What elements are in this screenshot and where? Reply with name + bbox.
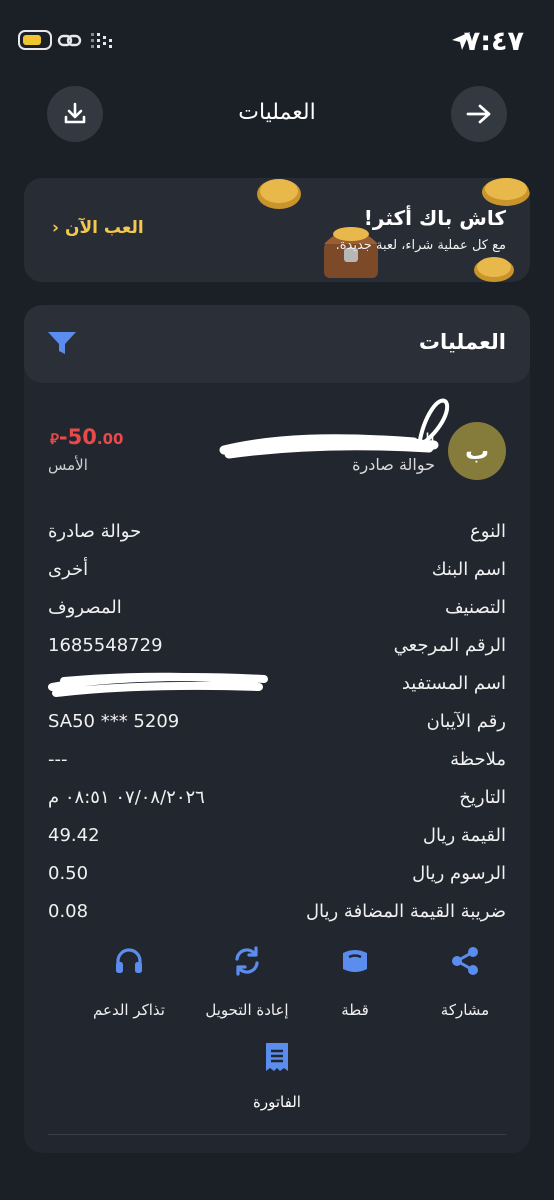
detail-row: التاريخ ٠٧/٠٨/٢٠٢٦ ٠٨:٥١ م — [24, 781, 530, 819]
chevron-left-icon: ‹ — [52, 218, 60, 238]
avatar: ب — [448, 422, 506, 480]
transaction-name: الحمدي — [378, 430, 435, 451]
detail-row: الرسوم ريال 0.50 — [24, 857, 530, 895]
status-time: ٧:٤٧ — [463, 26, 524, 57]
headset-icon — [116, 948, 142, 973]
filter-icon[interactable] — [46, 329, 78, 357]
action-bar: مشاركة قطة إعادة التحويل تذاكر الدعم — [24, 945, 530, 1035]
transaction-type: حوالة صادرة — [352, 455, 435, 474]
detail-value: 0.08 — [48, 901, 89, 922]
detail-row: رقم الآيبان SA50 *** 5209 — [24, 705, 530, 743]
link-icon — [57, 34, 82, 47]
detail-value: 0.50 — [48, 863, 89, 884]
detail-value: SA50 *** 5209 — [48, 711, 180, 732]
repeat-transfer-button[interactable]: إعادة التحويل — [182, 945, 312, 1019]
riyal-symbol-icon: ⃁ — [50, 430, 59, 448]
detail-value: أخرى — [48, 559, 89, 580]
refresh-icon — [235, 946, 259, 976]
details-list: النوع حوالة صادرة اسم البنك أخرى التصنيف المص… — [24, 515, 530, 933]
card-header: العمليات — [24, 305, 530, 383]
support-tickets-button[interactable]: تذاكر الدعم — [64, 945, 194, 1019]
receipt-icon — [266, 1043, 288, 1071]
transaction-details-screen: ٧:٤٧ العمليات كاش باك أكثر! مع كل عملية … — [0, 0, 554, 1200]
detail-label: التصنيف — [444, 597, 506, 618]
back-button[interactable] — [451, 86, 507, 142]
invoice-button[interactable]: الفاتورة — [212, 1041, 342, 1111]
detail-label: التاريخ — [459, 787, 506, 808]
detail-label: الرسوم ريال — [412, 863, 506, 884]
detail-value: حوالة صادرة — [48, 521, 142, 542]
detail-label: النوع — [470, 521, 506, 542]
detail-value: ٠٧/٠٨/٢٠٢٦ ٠٨:٥١ م — [48, 787, 205, 808]
detail-row: النوع حوالة صادرة — [24, 515, 530, 553]
transaction-amount: ⃁-50.00 — [50, 425, 123, 449]
play-now-link[interactable]: العب الآن ‹ — [52, 218, 144, 238]
repeat-transfer-label: إعادة التحويل — [205, 1001, 289, 1019]
arrow-right-icon — [466, 104, 491, 124]
detail-row: الرقم المرجعي 1685548729 — [24, 629, 530, 667]
card-title: العمليات — [418, 330, 506, 354]
promo-subtitle: مع كل عملية شراء، لعبة جديدة. — [335, 238, 506, 253]
promo-title: كاش باك أكثر! — [363, 206, 506, 230]
support-tickets-label: تذاكر الدعم — [93, 1001, 165, 1019]
detail-row: ضريبة القيمة المضافة ريال 0.08 — [24, 895, 530, 933]
detail-row: القيمة ريال 49.42 — [24, 819, 530, 857]
detail-label: اسم المستفيد — [401, 673, 506, 694]
detail-label: ملاحظة — [450, 749, 506, 770]
amount-main: -50 — [58, 425, 97, 449]
split-icon — [343, 950, 367, 972]
battery-icon — [18, 30, 52, 50]
amount-decimals: .00 — [96, 430, 124, 448]
detail-value: 1685548729 — [48, 635, 163, 656]
detail-row: ملاحظة --- — [24, 743, 530, 781]
invoice-label: الفاتورة — [253, 1093, 301, 1111]
detail-row: اسم البنك أخرى — [24, 553, 530, 591]
treasure-chest-illustration — [257, 178, 530, 282]
share-icon — [452, 947, 478, 975]
detail-value: --- — [48, 749, 68, 770]
detail-label: الرقم المرجعي — [393, 635, 506, 656]
signal-icon — [91, 33, 112, 48]
detail-row: اسم المستفيد — [24, 667, 530, 705]
divider — [48, 1134, 506, 1135]
detail-row: التصنيف المصروف — [24, 591, 530, 629]
detail-label: اسم البنك — [431, 559, 506, 580]
promo-banner[interactable]: كاش باك أكثر! مع كل عملية شراء، لعبة جدي… — [24, 178, 530, 282]
detail-label: ضريبة القيمة المضافة ريال — [305, 901, 506, 922]
detail-value: المصروف — [48, 597, 122, 618]
status-bar: ٧:٤٧ — [0, 0, 554, 80]
header: العمليات — [0, 86, 554, 142]
play-now-label: العب الآن — [64, 218, 144, 238]
detail-label: القيمة ريال — [422, 825, 506, 846]
detail-value: 49.42 — [48, 825, 100, 846]
transaction-date: الأمس — [48, 456, 88, 474]
transactions-card: العمليات ب الحمدي حوالة صادرة ⃁-50.00 ال… — [24, 305, 530, 1153]
detail-label: رقم الآيبان — [426, 711, 506, 732]
